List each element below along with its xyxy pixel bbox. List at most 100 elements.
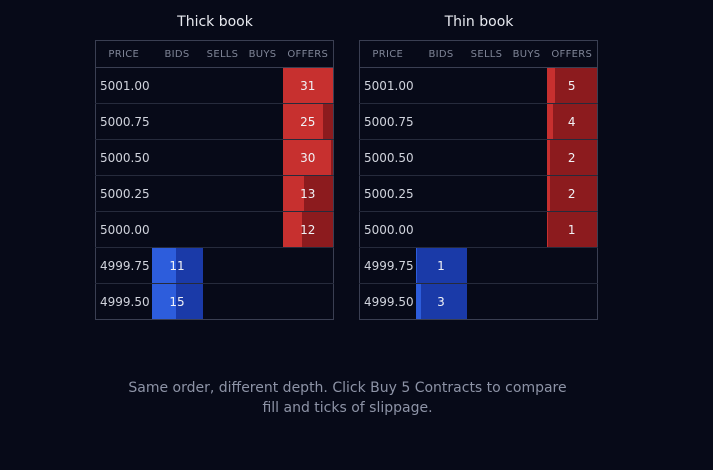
buys-cell[interactable] [242,103,283,140]
ladder-body: 5001.00 5 5000.75 4 5000.50 2 5000.25 2 5000.00 1… [359,68,598,320]
offer-cell[interactable] [282,247,334,284]
ladder-header-row: PRICE BIDS SELLS BUYS OFFERS [359,40,598,68]
ladder-row: 4999.75 1 [359,247,598,284]
buys-cell[interactable] [506,139,547,176]
bid-cell[interactable]: 15 [151,283,203,320]
buys-cell[interactable] [506,247,547,284]
ladder-row: 5000.75 4 [359,103,598,140]
ladder-row: 5001.00 31 [96,68,334,104]
buys-cell[interactable] [506,283,547,320]
ladder-row: 5000.25 13 [95,175,334,212]
ladder-body: 5001.00 31 5000.75 25 5000.50 30 5000.25 13 5000… [95,68,334,320]
sells-cell[interactable] [466,283,507,320]
header-offers: OFFERS [546,40,598,68]
bid-cell[interactable] [415,211,467,248]
book-title: Thick book [177,14,253,30]
header-bids: BIDS [151,40,203,68]
offer-quantity: 31 [300,78,316,93]
header-bids: BIDS [415,40,467,68]
offer-cell[interactable]: 4 [546,103,598,140]
buys-cell[interactable] [507,68,547,104]
offer-cell[interactable]: 1 [546,211,598,248]
offer-quantity: 5 [567,78,576,93]
offer-quantity: 2 [567,186,576,201]
sells-cell[interactable] [466,211,507,248]
bid-cell[interactable]: 3 [415,283,467,320]
sells-cell[interactable] [202,175,243,212]
ladder-header-row: PRICE BIDS SELLS BUYS OFFERS [95,40,334,68]
price-cell: 5000.25 [95,175,152,212]
price-cell: 5001.00 [364,78,414,93]
buys-cell[interactable] [506,211,547,248]
offer-quantity: 13 [300,186,316,201]
ladder-row: 4999.75 11 [95,247,334,284]
offer-cell[interactable] [546,247,598,284]
offer-depth-bar: 25 [282,104,333,139]
bid-cell[interactable] [152,68,203,104]
offer-cell[interactable]: 2 [546,175,598,212]
bid-cell[interactable] [415,139,467,176]
offer-cell[interactable]: 13 [282,175,334,212]
buys-cell[interactable] [242,211,283,248]
buys-cell[interactable] [242,175,283,212]
sells-cell[interactable] [467,68,507,104]
bid-cell[interactable] [151,175,203,212]
price-cell: 4999.50 [95,283,152,320]
offer-cell[interactable]: 31 [282,68,334,104]
sells-cell[interactable] [466,139,507,176]
offer-quantity: 2 [567,150,576,165]
bid-quantity: 3 [437,294,445,309]
offer-quantity: 4 [567,114,576,129]
bid-quantity: 11 [169,258,185,273]
offer-cell[interactable] [282,283,334,320]
bid-cell[interactable]: 1 [415,247,467,284]
price-cell: 5000.50 [95,139,152,176]
offer-quantity: 12 [300,222,316,237]
sells-cell[interactable] [202,211,243,248]
buys-cell[interactable] [242,139,283,176]
offer-quantity: 30 [300,150,316,165]
sells-cell[interactable] [202,103,243,140]
offer-cell[interactable]: 25 [282,103,334,140]
bid-cell[interactable] [151,103,203,140]
ladder-row: 4999.50 3 [359,283,598,320]
buys-cell[interactable] [242,283,283,320]
price-cell: 4999.50 [359,283,416,320]
bid-cell[interactable] [151,139,203,176]
sells-cell[interactable] [466,247,507,284]
sells-cell[interactable] [203,68,243,104]
bid-cell[interactable] [416,68,467,104]
offer-cell[interactable]: 12 [282,211,334,248]
price-cell: 5000.00 [95,211,152,248]
buys-cell[interactable] [506,175,547,212]
bid-cell[interactable] [415,103,467,140]
bid-cell[interactable] [151,211,203,248]
ladder-row: 5000.25 2 [359,175,598,212]
buys-cell[interactable] [242,247,283,284]
ladder-row: 5000.00 12 [95,211,334,248]
bid-depth-bar: 3 [415,284,467,319]
bid-cell[interactable] [415,175,467,212]
sells-cell[interactable] [202,139,243,176]
sells-cell[interactable] [466,103,507,140]
offer-depth-bar: 4 [546,104,597,139]
bid-cell[interactable]: 11 [151,247,203,284]
ladder-row: 5000.75 25 [95,103,334,140]
sells-cell[interactable] [466,175,507,212]
offer-cell[interactable]: 5 [546,68,598,104]
buys-cell[interactable] [506,103,547,140]
price-cell: 5001.00 [100,78,150,93]
ladder-row: 4999.50 15 [95,283,334,320]
offer-depth-bar: 13 [282,176,333,211]
bid-depth-bar: 1 [415,248,467,283]
buys-cell[interactable] [243,68,283,104]
sells-cell[interactable] [202,283,243,320]
offer-cell[interactable] [546,283,598,320]
offer-cell[interactable]: 30 [282,139,334,176]
header-sells: SELLS [202,40,243,68]
bid-quantity: 15 [169,294,185,309]
offer-cell[interactable]: 2 [546,139,598,176]
header-price: PRICE [359,40,416,68]
sells-cell[interactable] [202,247,243,284]
price-ladder: PRICE BIDS SELLS BUYS OFFERS 5001.00 31 50… [95,40,334,320]
